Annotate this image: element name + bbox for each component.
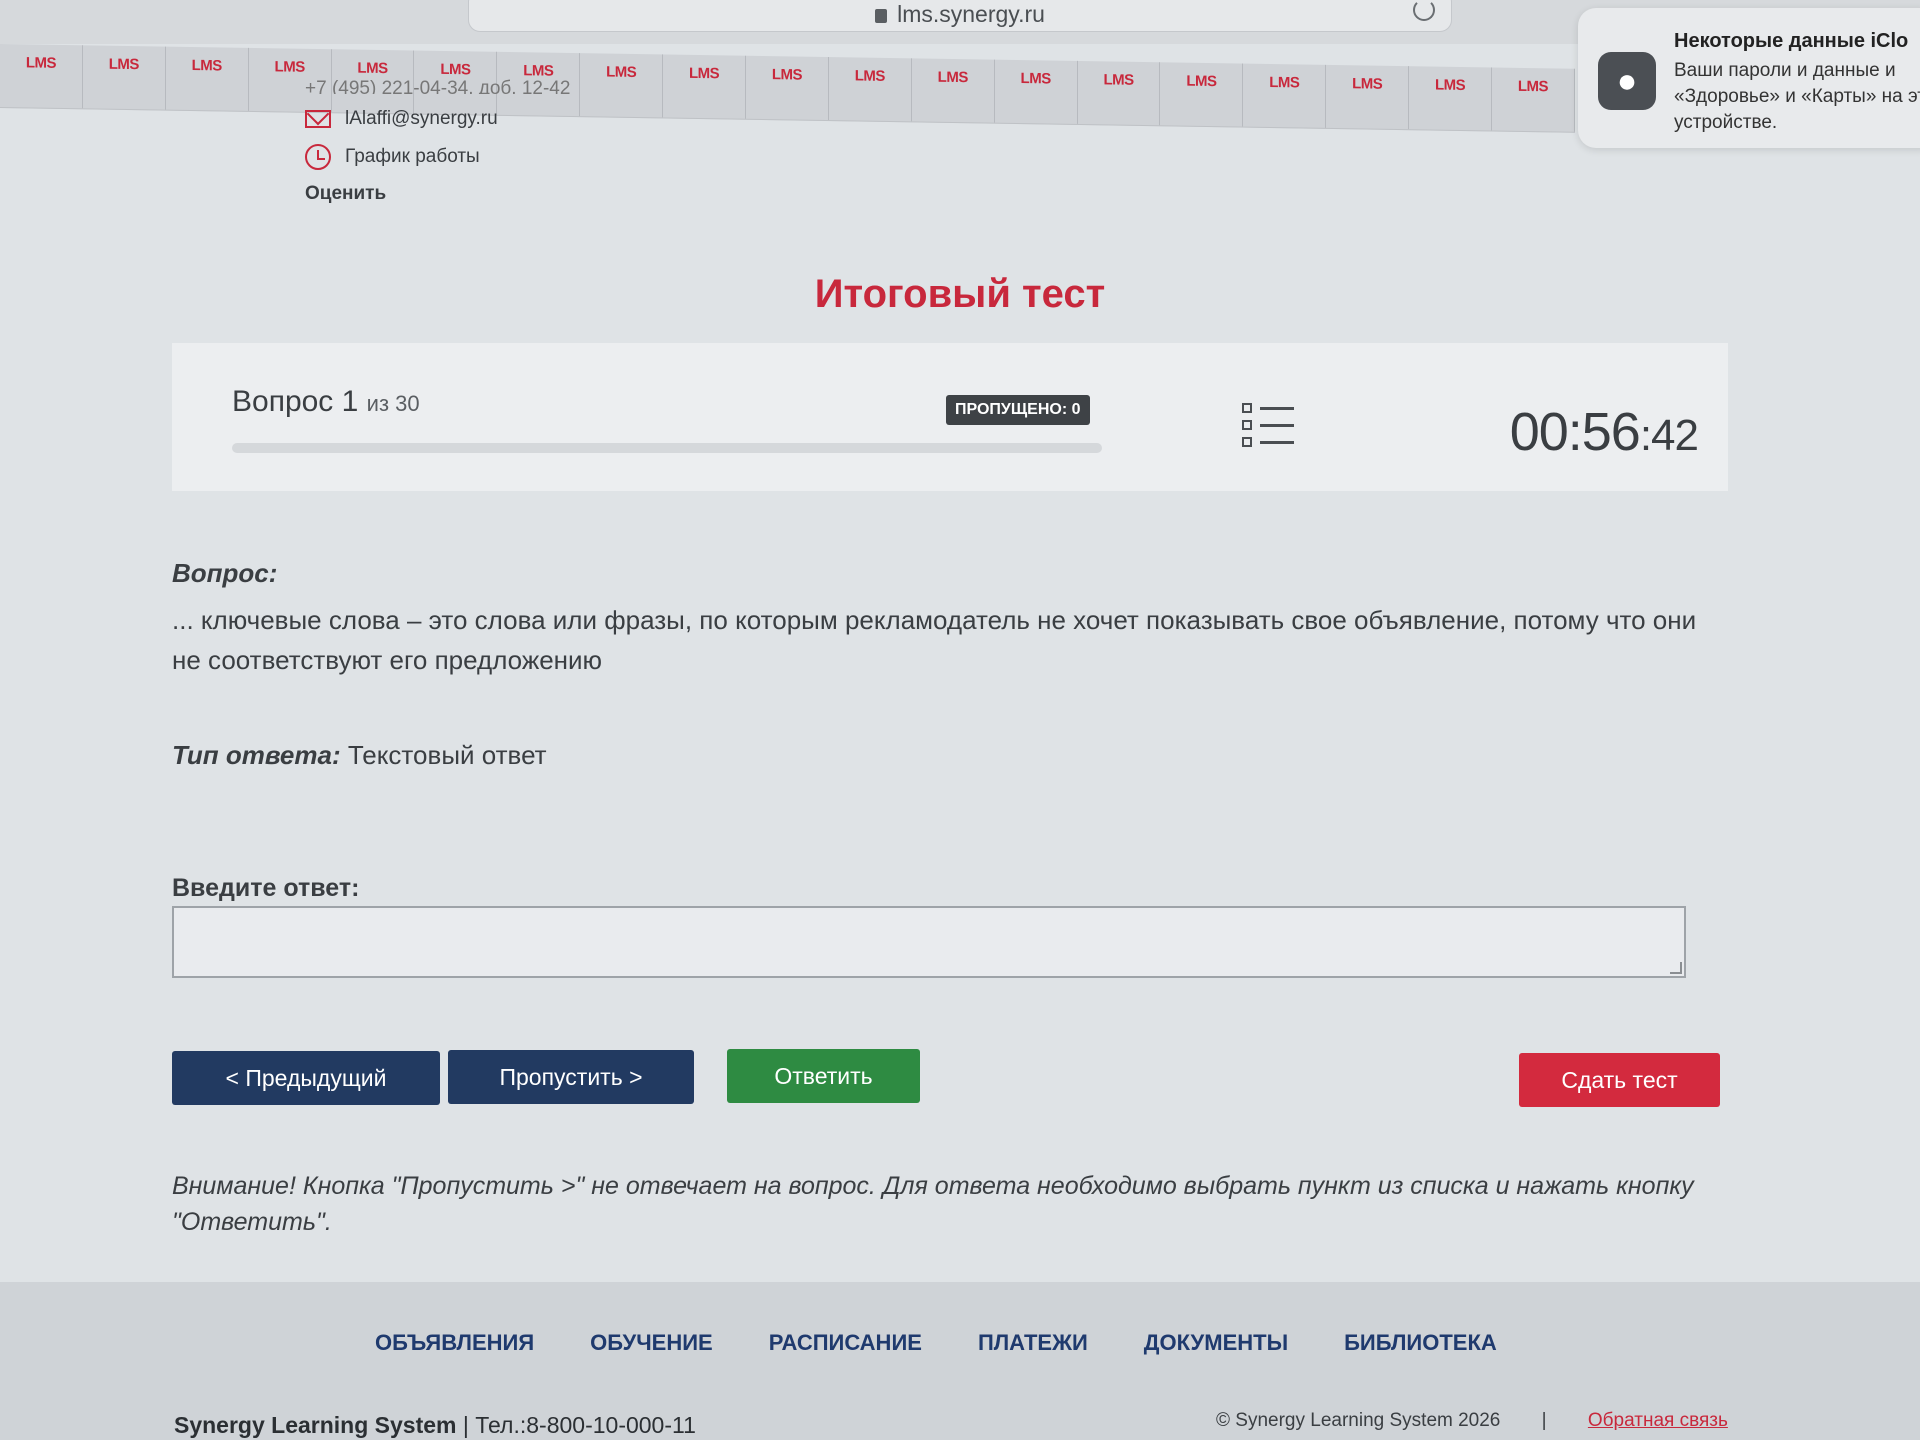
- url-display: lms.synergy.ru: [469, 1, 1451, 28]
- progress-bar: [232, 443, 1102, 453]
- lms-tab[interactable]: LMS: [828, 57, 912, 122]
- countdown-timer: 00:56:42: [1509, 401, 1699, 463]
- schedule-link[interactable]: График работы: [345, 146, 480, 168]
- footer-nav-item[interactable]: БИБЛИОТЕКА: [1344, 1330, 1497, 1356]
- footer-phone: Тел.:8-800-10-000-11: [475, 1412, 696, 1438]
- footer: ОБЪЯВЛЕНИЯ ОБУЧЕНИЕ РАСПИСАНИЕ ПЛАТЕЖИ ДОКУМ…: [0, 1282, 1920, 1440]
- question-number: Вопрос 1: [232, 385, 359, 418]
- mail-icon: [305, 110, 331, 128]
- footer-copyright-row: © Synergy Learning System 2026 | Обратна…: [1216, 1410, 1728, 1431]
- rate-link[interactable]: Оценить: [305, 183, 386, 205]
- answer-type-value: Текстовый ответ: [347, 740, 547, 770]
- answer-type: Тип ответа: Текстовый ответ: [172, 740, 547, 771]
- lms-tab[interactable]: LMS: [1409, 66, 1493, 131]
- question-counter: Вопрос 1 из 30: [232, 385, 420, 419]
- lms-tab[interactable]: LMS: [911, 58, 995, 123]
- answer-input[interactable]: [172, 906, 1686, 978]
- previous-button[interactable]: < Предыдущий: [172, 1051, 440, 1105]
- lms-tab-strip: LMS LMS LMS LMS LMS LMS LMS LMS LMS LMS LMS LMS LMS L…: [0, 44, 1575, 133]
- footer-brand-info: Synergy Learning System | Тел.:8-800-10-…: [174, 1412, 696, 1438]
- lms-tab[interactable]: LMS: [1077, 60, 1161, 126]
- footer-nav-item[interactable]: РАСПИСАНИЕ: [769, 1330, 922, 1356]
- skip-button[interactable]: Пропустить >: [448, 1050, 694, 1104]
- answer-label: Введите ответ:: [172, 874, 360, 902]
- answer-button[interactable]: Ответить: [727, 1049, 920, 1103]
- lms-tab[interactable]: LMS: [994, 59, 1078, 124]
- footer-nav-item[interactable]: ДОКУМЕНТЫ: [1144, 1330, 1288, 1356]
- footer-nav-item[interactable]: ПЛАТЕЖИ: [978, 1330, 1088, 1356]
- page-title: Итоговый тест: [814, 272, 1106, 316]
- answer-type-label: Тип ответа:: [172, 740, 341, 770]
- question-heading: Вопрос:: [172, 558, 278, 588]
- question-list-icon[interactable]: [1242, 403, 1294, 451]
- reload-icon[interactable]: [1413, 0, 1435, 21]
- lms-tab[interactable]: LMS: [1326, 64, 1410, 130]
- lock-icon: [875, 9, 888, 23]
- icloud-notification[interactable]: ● Некоторые данные iClo Ваши пароли и да…: [1578, 8, 1920, 148]
- feedback-link[interactable]: Обратная связь: [1588, 1410, 1728, 1431]
- url-text: lms.synergy.ru: [897, 1, 1045, 27]
- submit-test-button[interactable]: Сдать тест: [1519, 1053, 1720, 1107]
- footer-nav-item[interactable]: ОБЪЯВЛЕНИЯ: [375, 1330, 534, 1356]
- skipped-badge: ПРОПУЩЕНО: 0: [946, 395, 1090, 425]
- timer-seconds: :42: [1639, 411, 1699, 460]
- lms-tab[interactable]: LMS: [0, 44, 83, 109]
- lms-tab[interactable]: LMS: [663, 54, 747, 119]
- lms-tab[interactable]: LMS: [165, 46, 249, 111]
- contact-email[interactable]: lAlaffi@synergy.ru: [345, 108, 498, 130]
- lms-tab[interactable]: LMS: [580, 53, 664, 118]
- footer-brand: Synergy Learning System: [174, 1412, 457, 1438]
- address-bar[interactable]: lms.synergy.ru: [468, 0, 1452, 32]
- apple-icon: ●: [1598, 52, 1656, 110]
- lms-tab[interactable]: LMS: [1492, 67, 1575, 132]
- contact-email-row[interactable]: lAlaffi@synergy.ru: [305, 108, 498, 130]
- question-total: из 30: [366, 391, 420, 416]
- timer-main: 00:56: [1509, 402, 1641, 462]
- resize-handle[interactable]: [1670, 962, 1682, 974]
- notification-title: Некоторые данные iClo: [1674, 30, 1909, 52]
- footer-nav-item[interactable]: ОБУЧЕНИЕ: [590, 1330, 713, 1356]
- lms-tab[interactable]: LMS: [82, 45, 166, 110]
- notification-body: Ваши пароли и данные и «Здоровье» и «Кар…: [1674, 60, 1920, 133]
- test-progress-panel: Вопрос 1 из 30 ПРОПУЩЕНО: 0 00:56:42: [172, 343, 1728, 491]
- contact-schedule-row[interactable]: График работы: [305, 144, 480, 170]
- lms-tab[interactable]: LMS: [1243, 63, 1327, 128]
- clock-icon: [305, 144, 331, 170]
- footer-nav: ОБЪЯВЛЕНИЯ ОБУЧЕНИЕ РАСПИСАНИЕ ПЛАТЕЖИ ДОКУМ…: [375, 1330, 1497, 1356]
- contact-phone: +7 (495) 221-04-34, доб. 12-42: [305, 78, 571, 94]
- warning-text: Внимание! Кнопка "Пропустить >" не отвеч…: [172, 1172, 1694, 1236]
- lms-tab[interactable]: LMS: [746, 55, 829, 121]
- lms-tab[interactable]: LMS: [1160, 62, 1244, 127]
- question-text: ... ключевые слова – это слова или фразы…: [172, 605, 1697, 675]
- footer-copyright: © Synergy Learning System 2026: [1216, 1410, 1501, 1431]
